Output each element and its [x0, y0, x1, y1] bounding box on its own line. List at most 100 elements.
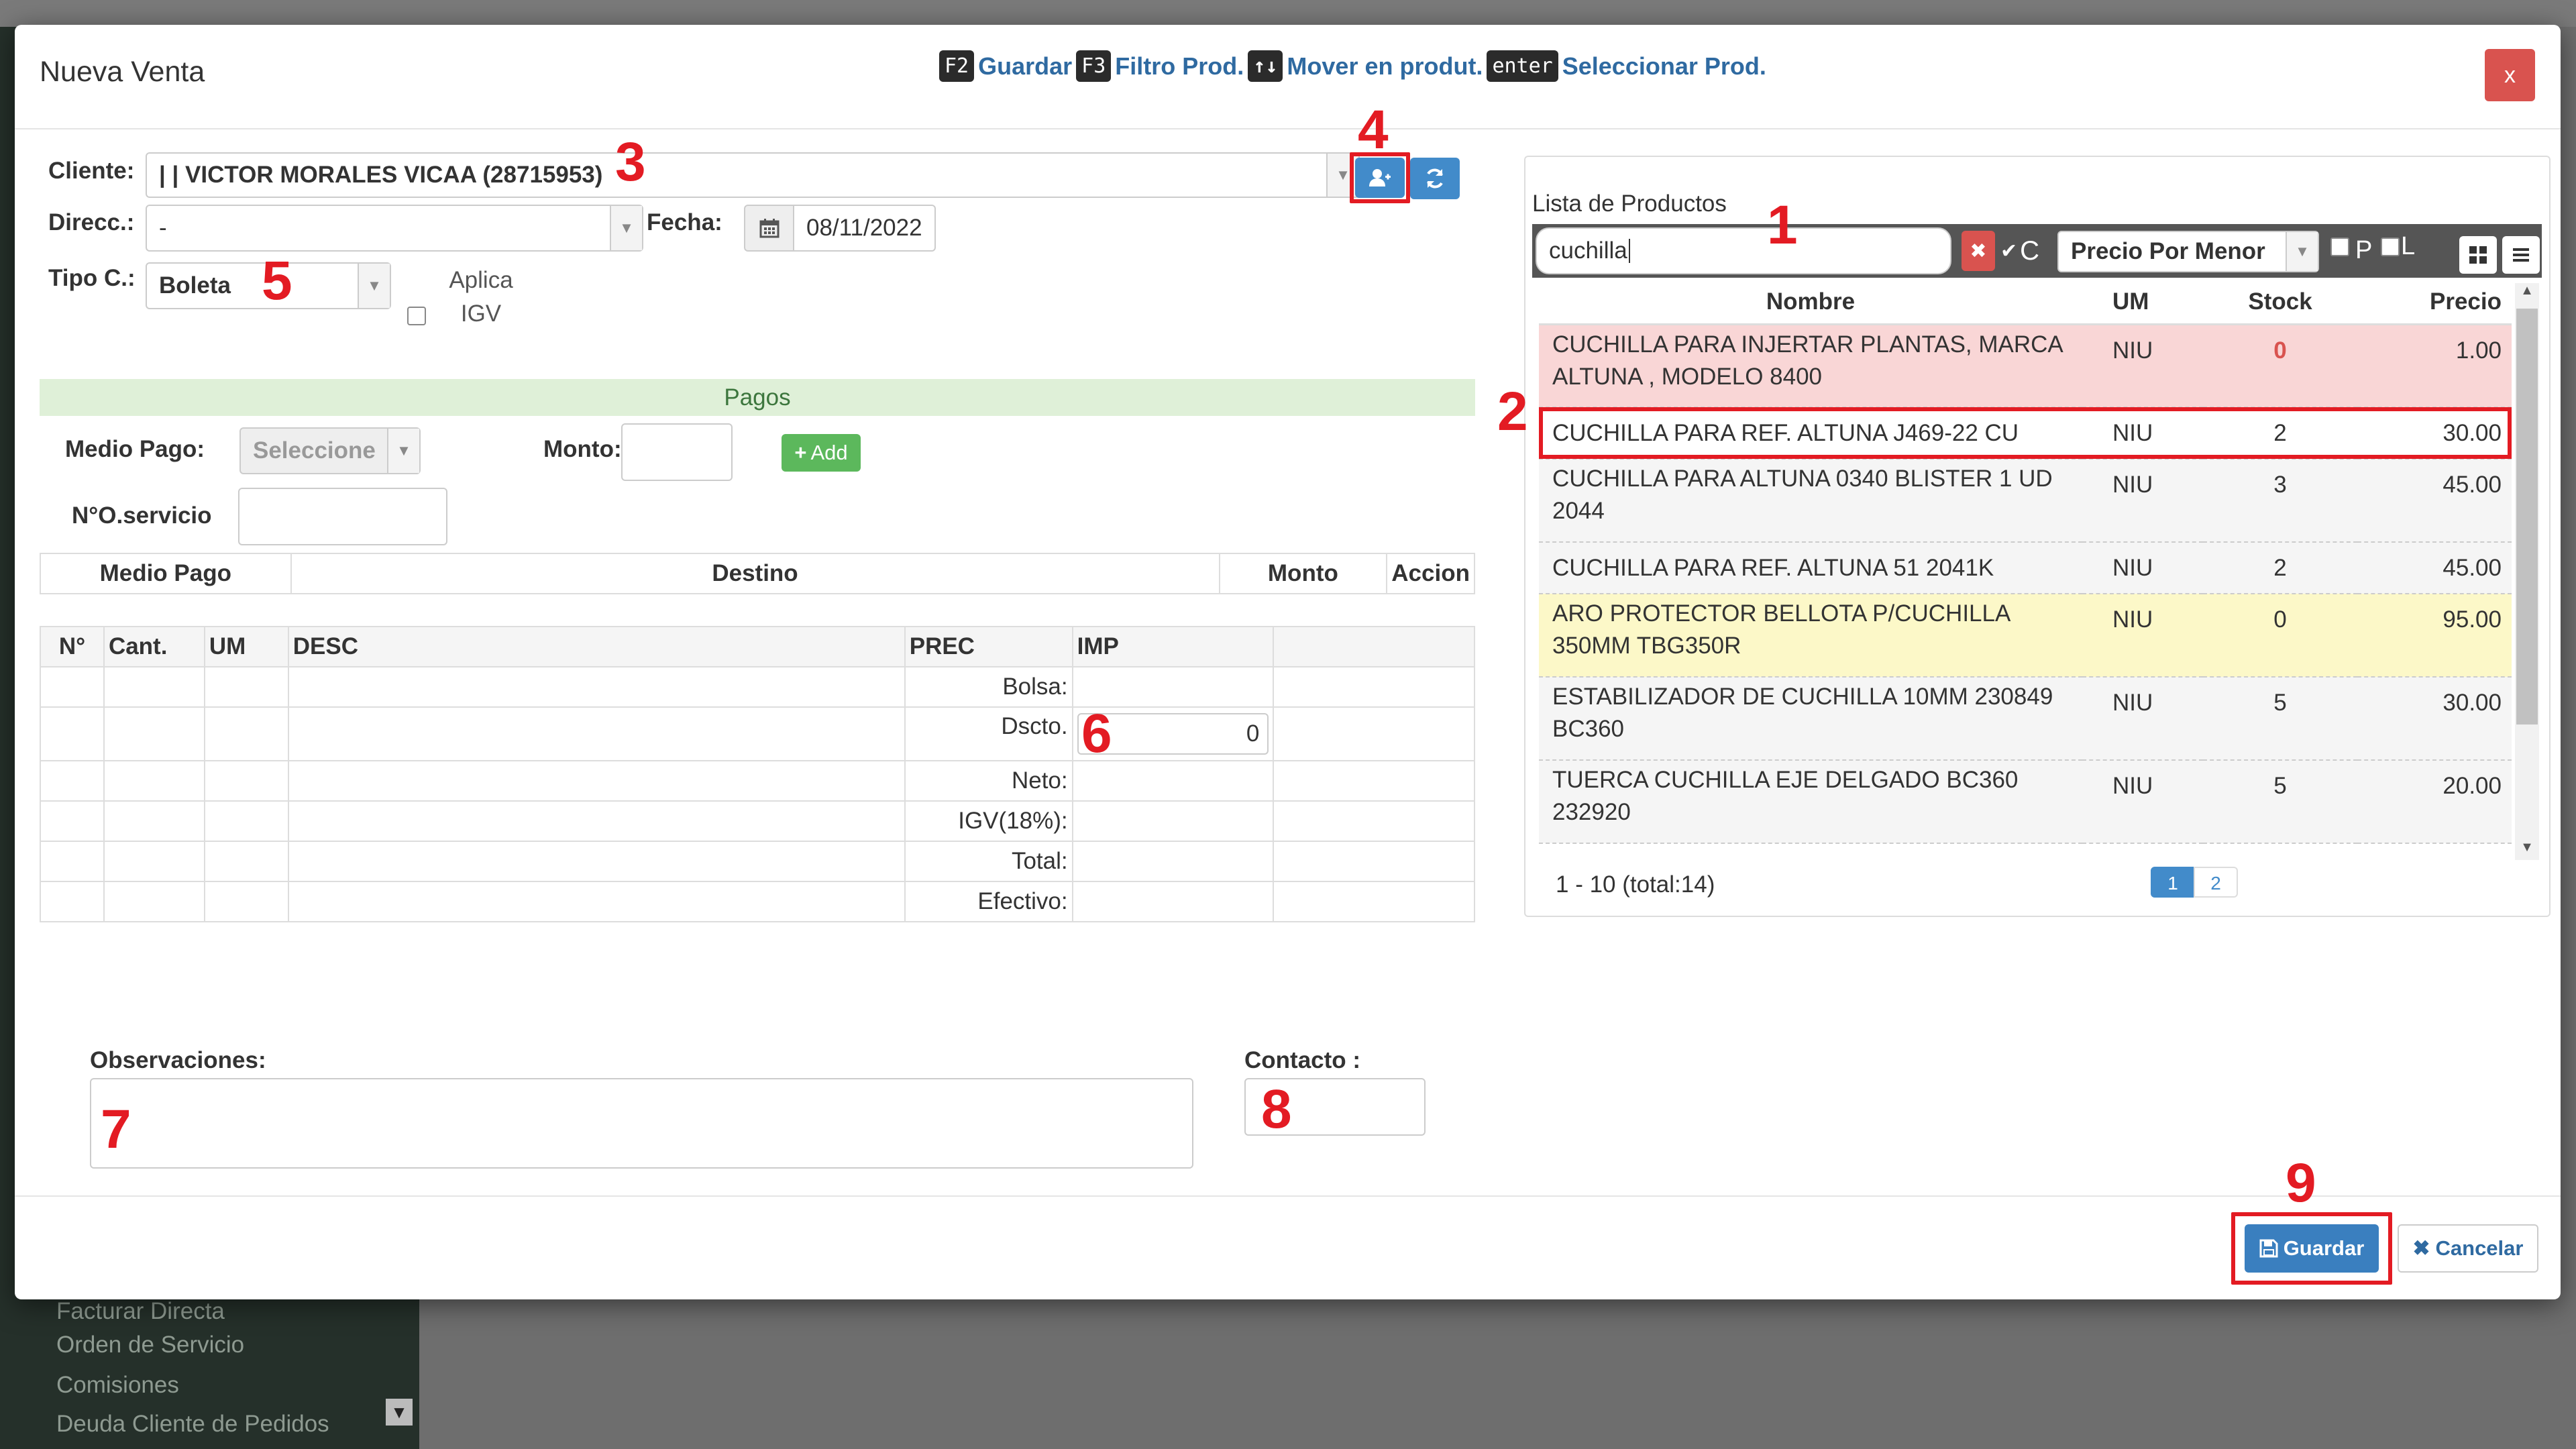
- product-row[interactable]: CUCHILLA PARA ALTUNA 0340 BLISTER 1 UD 2…: [1539, 459, 2512, 543]
- product-stock: 5: [2203, 760, 2357, 844]
- product-nombre: CUCHILLA PARA REF. ALTUNA J469-22 CU: [1539, 407, 2082, 460]
- text-cursor: [1628, 239, 1630, 263]
- product-row-selected[interactable]: CUCHILLA PARA REF. ALTUNA J469-22 CU NIU…: [1539, 407, 2512, 460]
- col-accion: Accion: [1386, 553, 1475, 594]
- check-p-checkbox[interactable]: [2330, 237, 2349, 256]
- product-stock: 0: [2203, 324, 2357, 408]
- sidebar-scroll-down-icon[interactable]: ▼: [386, 1399, 413, 1426]
- product-precio: 30.00: [2357, 677, 2512, 761]
- direcc-label: Direcc.:: [48, 209, 135, 235]
- sidebar-item-orden-servicio[interactable]: Orden de Servicio: [56, 1332, 244, 1358]
- product-row[interactable]: TUERCA CUCHILLA EJE DELGADO BC360 232920…: [1539, 760, 2512, 844]
- product-stock: 5: [2203, 677, 2357, 761]
- col-stock: Stock: [2203, 281, 2357, 325]
- product-nombre: ARO PROTECTOR BELLOTA P/CUCHILLA 350MM T…: [1539, 594, 2082, 678]
- close-button[interactable]: x: [2485, 49, 2535, 101]
- annotation-9: 9: [2286, 1152, 2316, 1214]
- refresh-button[interactable]: [1410, 158, 1460, 199]
- totals-row-dscto: Dscto. 0: [40, 706, 1475, 761]
- col-desc: DESC: [287, 626, 906, 667]
- nro-servicio-label: N°O.servicio: [72, 502, 212, 529]
- direcc-select[interactable]: - ▼: [146, 205, 643, 252]
- sidebar-item-comisiones[interactable]: Comisiones: [56, 1372, 179, 1399]
- product-row[interactable]: ESTABILIZADOR DE CUCHILLA 10MM 230849 BC…: [1539, 677, 2512, 761]
- check-p-label: P: [2355, 236, 2373, 264]
- product-precio: 45.00: [2357, 459, 2512, 543]
- items-table: N° Cant. UM DESC PREC IMP Bolsa: Dscto. …: [40, 626, 1475, 922]
- calendar-icon[interactable]: [744, 205, 794, 252]
- product-row[interactable]: CUCHILLA PARA INJERTAR PLANTAS, MARCA AL…: [1539, 324, 2512, 408]
- product-um: NIU: [2082, 677, 2203, 761]
- totals-row-efectivo: Efectivo:: [40, 881, 1475, 922]
- aplica-igv-checkbox[interactable]: [407, 307, 426, 325]
- price-mode-select[interactable]: Precio Por Menor ▼: [2057, 231, 2319, 272]
- page-2-button[interactable]: 2: [2194, 867, 2238, 898]
- product-table-viewport: Nombre UM Stock Precio CUCHILLA PARA INJ…: [1539, 281, 2512, 861]
- modal-footer-divider: [15, 1195, 2561, 1197]
- product-row[interactable]: CUCHILLA PARA REF. ALTUNA 51 2041K NIU 2…: [1539, 542, 2512, 594]
- col-nombre: Nombre: [1539, 281, 2082, 325]
- shortcut-label-filtro: Filtro Prod.: [1115, 52, 1244, 80]
- sidebar-item-facturar-directa[interactable]: Facturar Directa: [56, 1298, 225, 1325]
- annotation-7: 7: [101, 1099, 131, 1160]
- check-c-toggle[interactable]: ✔ C: [2000, 236, 2039, 266]
- save-icon: [2259, 1239, 2278, 1258]
- contacto-label: Contacto :: [1244, 1047, 1361, 1073]
- price-mode-value: Precio Por Menor: [2071, 238, 2265, 264]
- product-um: NIU: [2082, 760, 2203, 844]
- product-search-value: cuchilla: [1549, 237, 1627, 264]
- direcc-value: -: [159, 215, 167, 241]
- check-l-checkbox[interactable]: [2381, 237, 2400, 256]
- clear-search-button[interactable]: ✖: [1962, 231, 1995, 271]
- product-scrollbar[interactable]: ▲ ▼: [2515, 283, 2539, 860]
- annotation-5: 5: [262, 250, 292, 311]
- add-user-button[interactable]: [1355, 158, 1405, 198]
- total-value: [1071, 841, 1275, 882]
- product-row[interactable]: ARO PROTECTOR BELLOTA P/CUCHILLA 350MM T…: [1539, 594, 2512, 678]
- nro-servicio-input[interactable]: [238, 488, 447, 545]
- totals-row-neto: Neto:: [40, 760, 1475, 802]
- pagination: 12: [2151, 867, 2238, 898]
- neto-value: [1071, 760, 1275, 802]
- cliente-select[interactable]: | | VICTOR MORALES VICAA (28715953) ▼: [146, 152, 1360, 198]
- page-1-button[interactable]: 1: [2151, 867, 2195, 898]
- pagos-table: Medio Pago Destino Monto Accion: [40, 553, 1475, 594]
- pagos-header: Pagos: [40, 379, 1475, 416]
- cancelar-label: Cancelar: [2435, 1236, 2524, 1260]
- product-scrollbar-thumb[interactable]: [2516, 309, 2538, 724]
- product-um: NIU: [2082, 324, 2203, 408]
- checkmark-icon: ✔: [2000, 240, 2018, 262]
- scroll-down-icon[interactable]: ▼: [2515, 840, 2539, 855]
- medio-pago-select[interactable]: Seleccione ▼: [239, 427, 421, 474]
- product-precio: 30.00: [2357, 407, 2512, 460]
- monto-input[interactable]: [621, 423, 733, 481]
- guardar-button[interactable]: Guardar: [2245, 1224, 2379, 1273]
- annotation-1: 1: [1767, 195, 1798, 256]
- totals-row-bolsa: Bolsa:: [40, 666, 1475, 708]
- observaciones-label: Observaciones:: [90, 1047, 266, 1073]
- fecha-input[interactable]: 08/11/2022: [793, 205, 936, 252]
- plus-icon: +: [794, 441, 807, 464]
- check-c-label: C: [2020, 236, 2040, 266]
- cancelar-button[interactable]: ✖ Cancelar: [2398, 1224, 2538, 1273]
- observaciones-textarea[interactable]: [90, 1078, 1193, 1169]
- list-view-button[interactable]: [2502, 236, 2540, 274]
- add-pago-button[interactable]: + Add: [782, 434, 861, 472]
- product-stock: 0: [2203, 594, 2357, 678]
- medio-pago-label: Medio Pago:: [65, 436, 205, 462]
- grid-icon: [2469, 246, 2487, 264]
- aplica-igv-label: Aplica IGV: [449, 267, 513, 327]
- annotation-6: 6: [1081, 703, 1112, 764]
- product-nombre: CUCHILLA PARA INJERTAR PLANTAS, MARCA AL…: [1539, 324, 2082, 408]
- keyboard-shortcuts: F2 Guardar F3 Filtro Prod. ↑↓ Mover en produt…: [939, 50, 1770, 82]
- product-um: NIU: [2082, 407, 2203, 460]
- product-search-input[interactable]: cuchilla: [1536, 227, 1951, 274]
- scroll-up-icon[interactable]: ▲: [2515, 283, 2539, 299]
- close-icon: ✖: [2412, 1236, 2430, 1260]
- sidebar-item-deuda-cliente[interactable]: Deuda Cliente de Pedidos: [56, 1411, 329, 1438]
- chevron-down-icon: ▼: [2286, 232, 2318, 271]
- grid-view-button[interactable]: [2459, 236, 2497, 274]
- col-precio: Precio: [2357, 281, 2512, 325]
- product-precio: 20.00: [2357, 760, 2512, 844]
- monto-label: Monto:: [543, 436, 622, 462]
